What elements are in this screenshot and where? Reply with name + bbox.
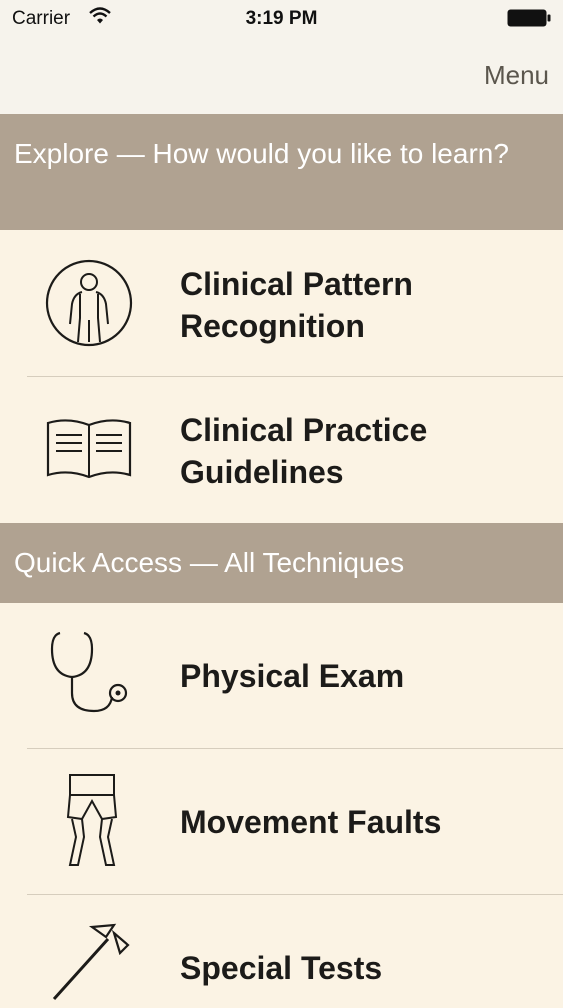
stethoscope-icon (50, 631, 130, 726)
special-tests-row[interactable]: Special Tests (0, 895, 563, 1001)
movement-faults-row[interactable]: Movement Faults (0, 749, 563, 894)
open-book-icon (44, 417, 134, 486)
explore-section-header: Explore — How would you like to learn? (0, 114, 563, 230)
status-bar: Carrier 3:19 PM (0, 0, 563, 40)
clock: 3:19 PM (245, 8, 318, 29)
clinical-practice-guidelines-label: Clinical Practice Guidelines (180, 412, 428, 490)
clinical-pattern-recognition-label: Clinical Pattern Recognition (180, 266, 413, 344)
reflex-hammer-icon (52, 923, 132, 1008)
clinical-practice-guidelines-row[interactable]: Clinical Practice Guidelines (0, 377, 563, 523)
explore-header-text: Explore — How would you like to learn? (14, 138, 509, 169)
human-body-icon (44, 258, 134, 353)
movement-faults-label: Movement Faults (180, 804, 442, 840)
quick-access-section-header: Quick Access — All Techniques (0, 523, 563, 603)
physical-exam-row[interactable]: Physical Exam (0, 603, 563, 748)
physical-exam-label: Physical Exam (180, 658, 405, 694)
special-tests-label: Special Tests (180, 950, 383, 986)
legs-icon (66, 773, 118, 874)
menu-button[interactable]: Menu (484, 60, 549, 91)
quick-access-header-text: Quick Access — All Techniques (14, 547, 405, 578)
clinical-pattern-recognition-row[interactable]: Clinical Pattern Recognition (0, 230, 563, 376)
battery-icon (507, 9, 551, 27)
navigation-bar: Menu (0, 40, 563, 115)
